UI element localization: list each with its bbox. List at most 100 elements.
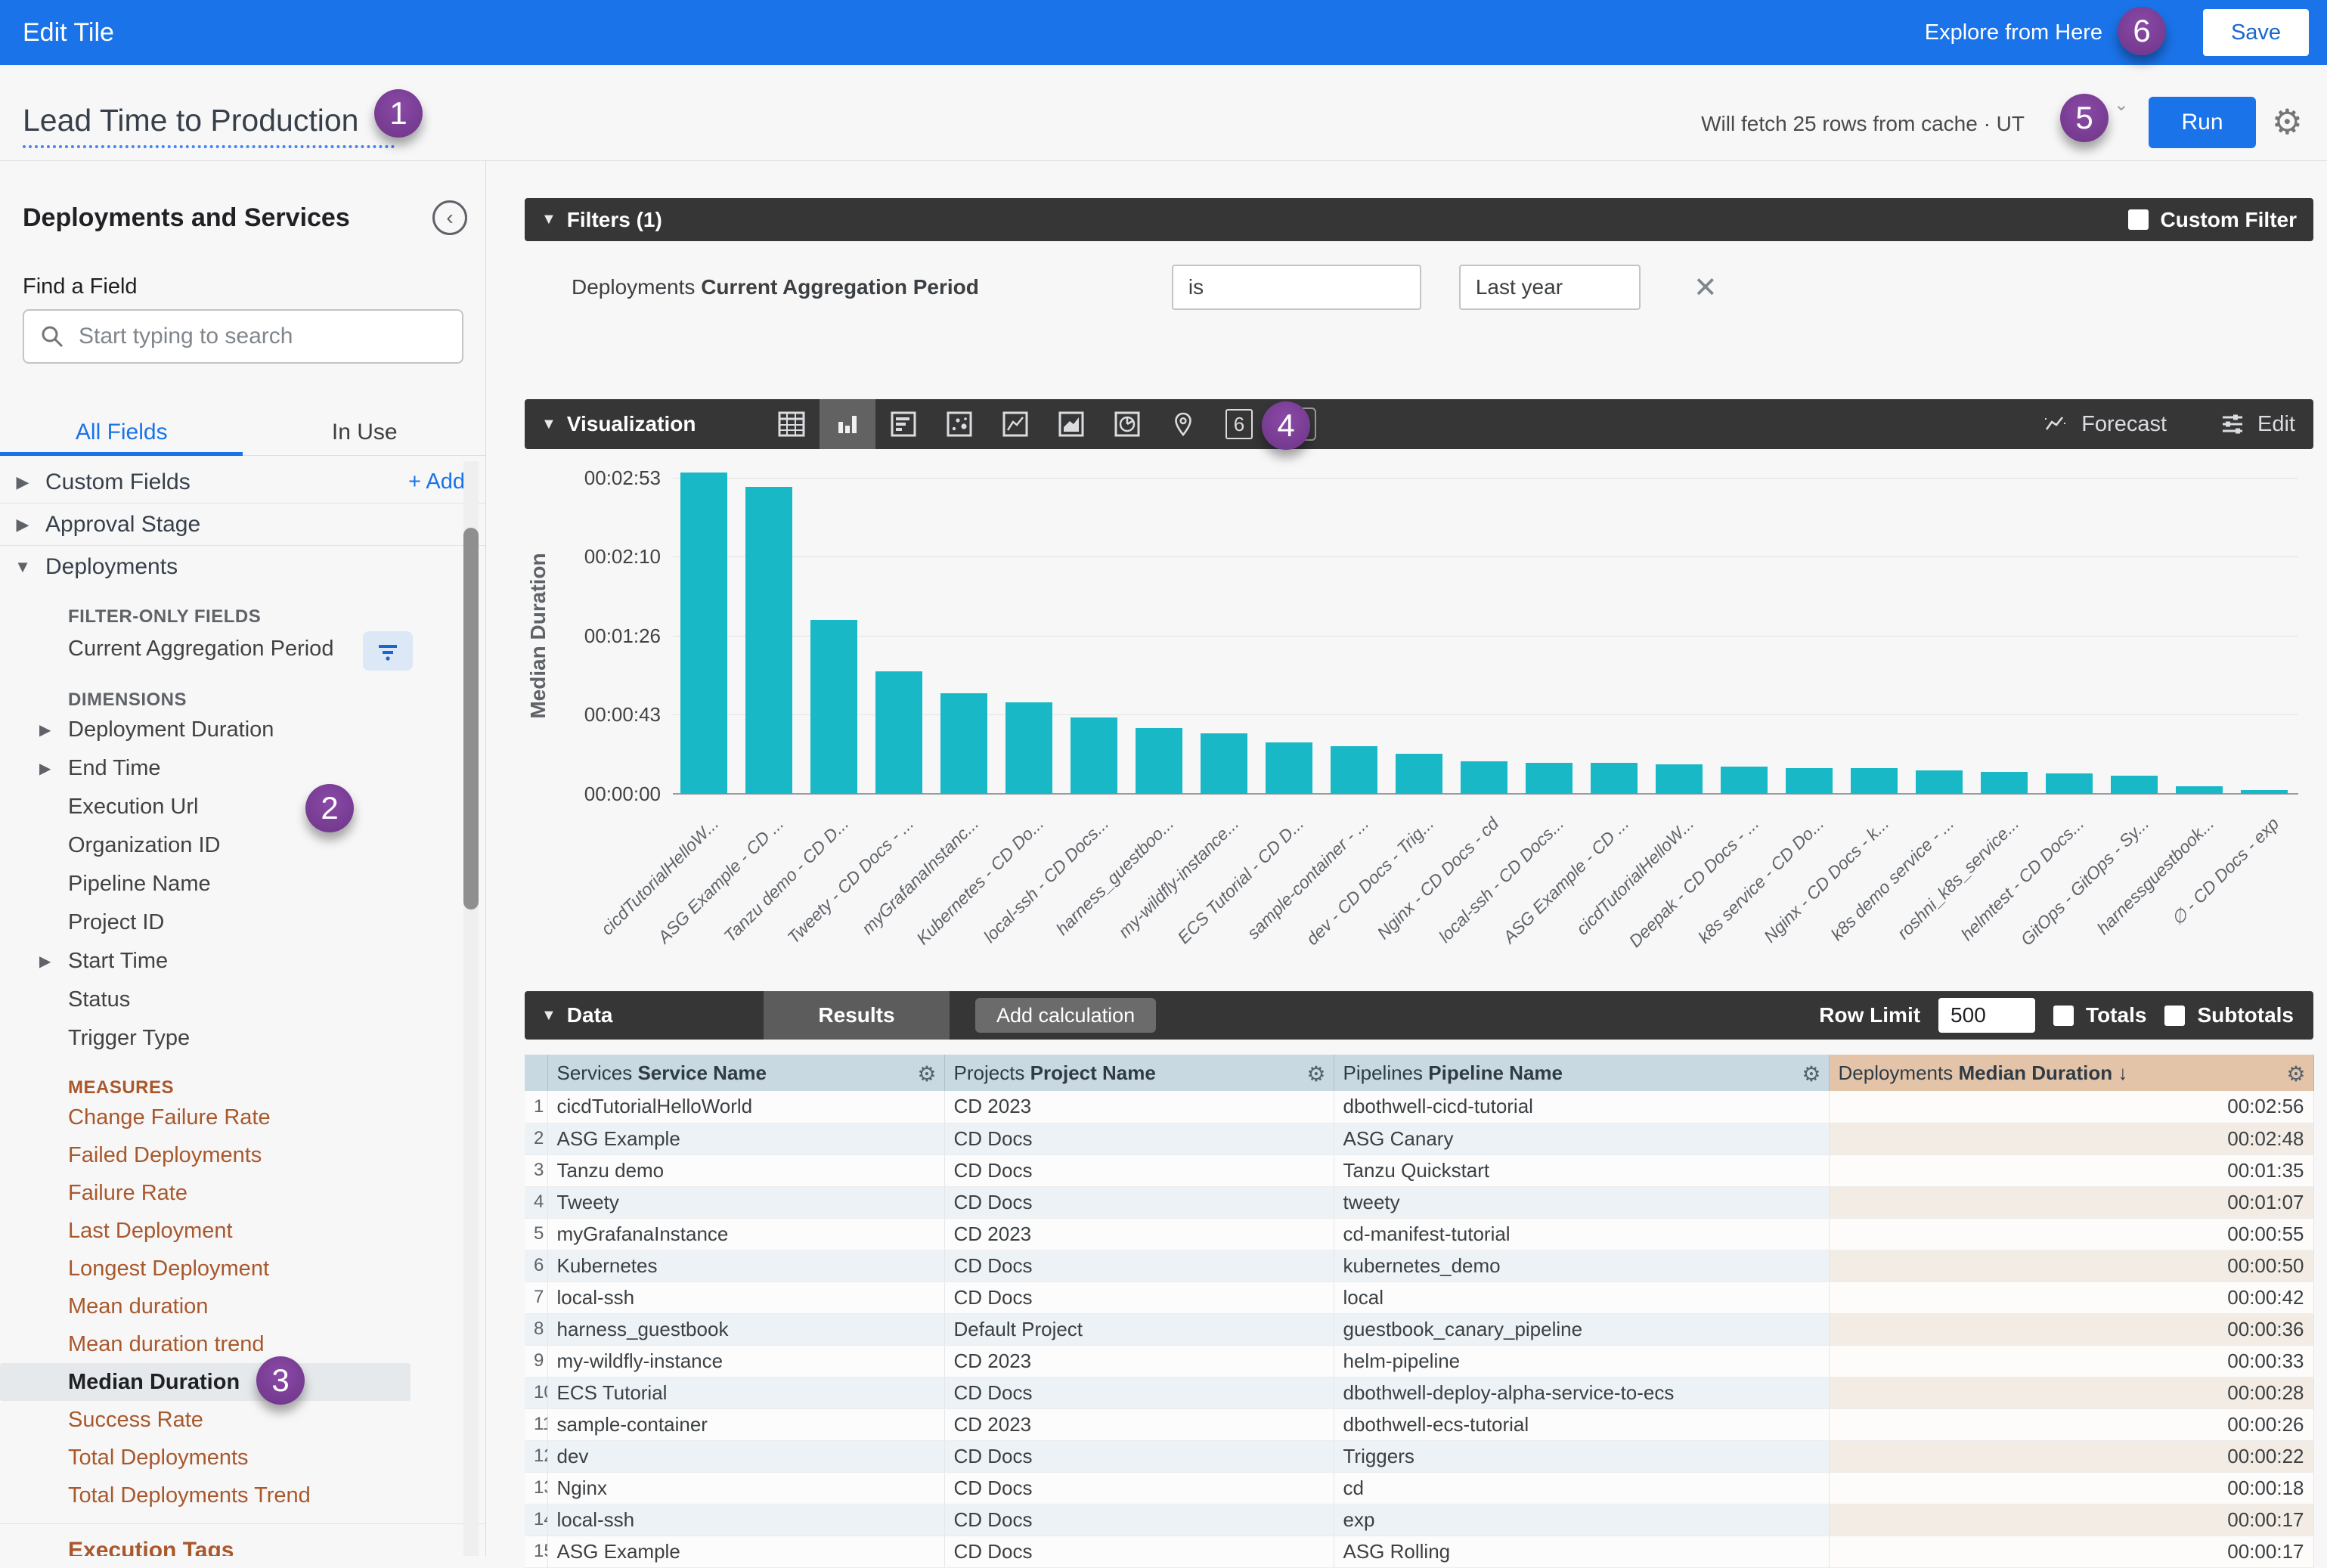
chart-bar[interactable] xyxy=(1656,764,1703,794)
caret-right-icon[interactable]: ▶ xyxy=(0,473,45,492)
run-button[interactable]: Run xyxy=(2149,97,2256,148)
save-button[interactable]: Save xyxy=(2203,9,2309,56)
sidebar-field-item[interactable]: Mean duration trend xyxy=(0,1325,486,1363)
caret-right-icon[interactable]: ▶ xyxy=(0,515,45,535)
table-row[interactable]: 14local-sshCD Docsexp00:00:17 xyxy=(525,1504,2313,1535)
chart-bar[interactable] xyxy=(2176,786,2223,794)
viz-type-horizontal-bar-icon[interactable] xyxy=(875,399,931,449)
tile-title-input[interactable]: Lead Time to Production xyxy=(23,103,358,138)
viz-type-line-chart-icon[interactable] xyxy=(987,399,1043,449)
sidebar-field-item[interactable]: Median Duration xyxy=(0,1363,411,1401)
sidebar-field-item[interactable]: Pipeline Name xyxy=(0,865,486,903)
caret-right-icon[interactable]: ▶ xyxy=(39,759,51,778)
sidebar-field-item[interactable]: Mean duration xyxy=(0,1288,486,1325)
table-row[interactable]: 10ECS TutorialCD Docsdbothwell-deploy-al… xyxy=(525,1377,2313,1408)
table-row[interactable]: 13NginxCD Docscd00:00:18 xyxy=(525,1472,2313,1504)
chart-bar[interactable] xyxy=(1851,768,1898,794)
viz-type-single-value-icon[interactable]: 6 xyxy=(1211,399,1267,449)
chart-bar[interactable] xyxy=(1396,754,1442,794)
viz-type-map-icon[interactable] xyxy=(1155,399,1211,449)
filter-value-input[interactable]: Last year xyxy=(1459,265,1641,310)
edit-viz-button[interactable]: Edit xyxy=(2220,412,2295,437)
chart-bar[interactable] xyxy=(940,693,987,794)
sidebar-field-item[interactable]: Failed Deployments xyxy=(0,1136,486,1174)
sidebar-field-item[interactable]: Project ID xyxy=(0,903,486,942)
sidebar-field-item[interactable]: ▶End Time xyxy=(0,749,486,788)
sidebar-field-item[interactable]: Longest Deployment xyxy=(0,1250,486,1288)
filter-operator-select[interactable]: is xyxy=(1172,265,1421,310)
caret-right-icon[interactable]: ▶ xyxy=(39,952,51,971)
sidebar-item-clipped[interactable]: Execution Tags xyxy=(0,1524,486,1556)
caret-down-icon[interactable]: ▼ xyxy=(0,557,45,577)
data-section-header[interactable]: ▼ Data Results Add calculation Row Limit… xyxy=(525,991,2313,1040)
chart-bar[interactable] xyxy=(810,620,857,794)
caret-down-icon[interactable]: ▼ xyxy=(541,211,556,228)
chart-bar[interactable] xyxy=(1005,702,1052,794)
viz-type-pie-chart-icon[interactable] xyxy=(1099,399,1155,449)
sidebar-item-approval-stage[interactable]: ▶ Approval Stage xyxy=(0,504,486,546)
table-row[interactable]: 11sample-containerCD 2023dbothwell-ecs-t… xyxy=(525,1408,2313,1440)
viz-type-table-icon[interactable] xyxy=(764,399,820,449)
sidebar-field-item[interactable]: ▶Start Time xyxy=(0,942,486,981)
gear-icon[interactable]: ⚙ xyxy=(1306,1061,1325,1086)
chart-bar[interactable] xyxy=(2046,773,2093,794)
sidebar-scrollbar-thumb[interactable] xyxy=(463,528,479,910)
chart-bar[interactable] xyxy=(1591,763,1638,794)
filter-icon[interactable] xyxy=(363,631,413,671)
gear-icon[interactable]: ⚙ xyxy=(2272,101,2303,142)
column-header-project-name[interactable]: Projects Project Name⚙ xyxy=(944,1055,1334,1091)
sidebar-field-item[interactable]: Execution Url xyxy=(0,788,486,826)
viz-type-bar-chart-icon[interactable] xyxy=(820,399,875,449)
sidebar-field-item[interactable]: Total Deployments xyxy=(0,1439,486,1477)
chart-bar[interactable] xyxy=(1721,767,1768,794)
table-row[interactable]: 12devCD DocsTriggers00:00:22 xyxy=(525,1440,2313,1472)
chart-bar[interactable] xyxy=(1266,742,1312,794)
column-header-median-duration[interactable]: Deployments Median Duration ↓⚙ xyxy=(1829,1055,2313,1091)
chart-bar[interactable] xyxy=(1786,768,1833,794)
sidebar-item-deployments[interactable]: ▼ Deployments 2 xyxy=(0,546,486,588)
sidebar-field-item[interactable]: Last Deployment xyxy=(0,1212,486,1250)
caret-down-icon[interactable]: ▼ xyxy=(541,1007,556,1024)
chart-bar[interactable] xyxy=(1461,761,1507,794)
visualization-section-header[interactable]: ▼ Visualization xyxy=(525,399,2313,449)
chart-bar[interactable] xyxy=(875,671,922,794)
caret-right-icon[interactable]: ▶ xyxy=(39,720,51,739)
sidebar-field-item[interactable]: Organization ID xyxy=(0,826,486,865)
chart-bar[interactable] xyxy=(1071,717,1117,794)
table-row[interactable]: 8harness_guestbookDefault Projectguestbo… xyxy=(525,1313,2313,1345)
chart-bar[interactable] xyxy=(680,473,727,794)
chart-bar[interactable] xyxy=(1916,770,1963,794)
chart-bar[interactable] xyxy=(2241,790,2288,794)
table-row[interactable]: 15ASG ExampleCD DocsASG Rolling00:00:17 xyxy=(525,1535,2313,1567)
gear-icon[interactable]: ⚙ xyxy=(917,1061,936,1086)
column-header-service-name[interactable]: Services Service Name⚙ xyxy=(547,1055,944,1091)
gear-icon[interactable]: ⚙ xyxy=(2286,1061,2305,1086)
forecast-button[interactable]: Forecast xyxy=(2042,412,2167,437)
field-current-aggregation-period[interactable]: Current Aggregation Period xyxy=(0,628,486,670)
row-limit-input[interactable] xyxy=(1938,998,2035,1033)
tab-in-use[interactable]: In Use xyxy=(243,412,487,455)
chart-bar[interactable] xyxy=(1201,733,1247,794)
add-custom-field-button[interactable]: + Add xyxy=(408,469,465,494)
table-row[interactable]: 7local-sshCD Docslocal00:00:42 xyxy=(525,1281,2313,1313)
gear-icon[interactable]: ⚙ xyxy=(1802,1061,1820,1086)
sidebar-field-item[interactable]: Change Failure Rate xyxy=(0,1099,486,1136)
collapse-sidebar-button[interactable]: ‹ xyxy=(432,200,467,235)
table-row[interactable]: 4TweetyCD Docstweety00:01:07 xyxy=(525,1186,2313,1218)
chart-bar[interactable] xyxy=(1526,763,1573,794)
sidebar-field-item[interactable]: Success Rate xyxy=(0,1401,486,1439)
table-row[interactable]: 3Tanzu demoCD DocsTanzu Quickstart00:01:… xyxy=(525,1154,2313,1186)
chart-bar[interactable] xyxy=(1136,728,1182,794)
sidebar-field-item[interactable]: ▶Deployment Duration xyxy=(0,711,486,749)
viz-type-scatter-icon[interactable] xyxy=(931,399,987,449)
table-row[interactable]: 1cicdTutorialHelloWorldCD 2023dbothwell-… xyxy=(525,1091,2313,1123)
totals-checkbox[interactable] xyxy=(2053,1006,2074,1026)
filters-section-header[interactable]: ▼ Filters (1) Custom Filter xyxy=(525,198,2313,241)
chart-bar[interactable] xyxy=(2111,776,2158,794)
column-header-pipeline-name[interactable]: Pipelines Pipeline Name⚙ xyxy=(1334,1055,1829,1091)
results-tab[interactable]: Results xyxy=(764,991,950,1040)
caret-down-icon[interactable]: ▼ xyxy=(541,416,556,433)
viz-type-area-chart-icon[interactable] xyxy=(1043,399,1099,449)
remove-filter-icon[interactable]: ✕ xyxy=(1693,271,1718,305)
sidebar-field-item[interactable]: Failure Rate xyxy=(0,1174,486,1212)
